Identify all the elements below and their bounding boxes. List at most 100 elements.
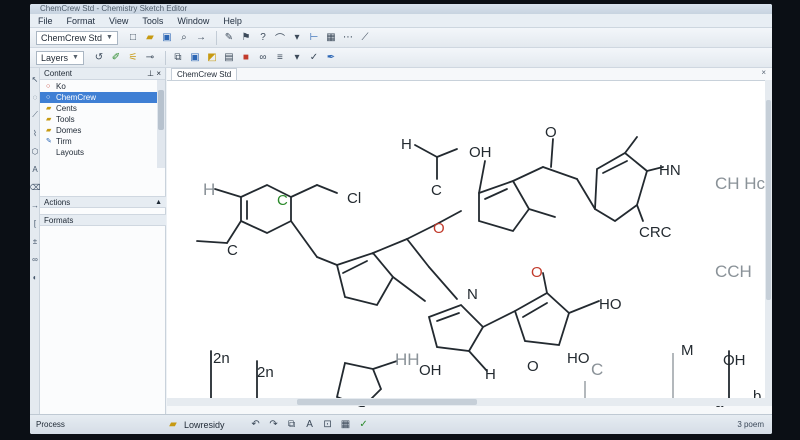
open-folder-icon[interactable]: ▰ <box>143 31 157 45</box>
tree-item[interactable]: ▰ Tools <box>40 114 165 125</box>
chevron-up-icon: ▲ <box>155 199 162 206</box>
style-combo[interactable]: ChemCrew Std ▼ <box>36 30 118 45</box>
lock-icon[interactable]: ⊡ <box>321 418 335 432</box>
atom-label: Cl <box>347 190 361 207</box>
bond <box>428 266 458 300</box>
text-icon[interactable]: A <box>303 418 317 432</box>
arrow-tool-icon[interactable]: → <box>30 198 40 212</box>
panel-header: Content ⊥ × <box>40 68 165 80</box>
panel-scrollbar[interactable] <box>157 80 165 168</box>
horizontal-scrollbar[interactable] <box>167 398 765 406</box>
question-icon[interactable]: ? <box>256 31 270 45</box>
actions-section-header[interactable]: Actions ▲ <box>40 196 166 208</box>
menu-file[interactable]: File <box>38 16 53 26</box>
undo-icon[interactable]: ↶ <box>249 418 263 432</box>
text-tool-icon[interactable]: A <box>30 162 40 176</box>
select-tool-icon[interactable]: ↖ <box>30 72 40 86</box>
chevron-down-icon[interactable]: ▾ <box>290 31 304 45</box>
ring-tool-icon[interactable]: ⬡ <box>30 144 40 158</box>
ruler-icon[interactable]: ⊢ <box>307 31 321 45</box>
content-panel: Content ⊥ × ○ Ko ○ ChemCrew ▰ Cents ▰ Tools … <box>40 68 166 414</box>
scroll-thumb[interactable] <box>766 100 771 300</box>
dots-icon[interactable]: ⋯ <box>341 31 355 45</box>
menu-format[interactable]: Format <box>67 16 96 26</box>
arrow-right-icon[interactable]: → <box>194 31 208 45</box>
copy-icon[interactable]: ⧉ <box>285 418 299 432</box>
bond-tool-icon[interactable]: ⟋ <box>30 108 40 122</box>
pipette-icon[interactable]: ✒ <box>324 51 338 65</box>
tree-item[interactable]: ○ Ko <box>40 81 165 92</box>
document-icon[interactable]: ▰ <box>166 418 180 432</box>
marker-icon[interactable]: ⚑ <box>239 31 253 45</box>
charge-tool-icon[interactable]: ± <box>30 234 40 248</box>
page-indicator: 3 poem <box>737 420 764 429</box>
atom-label: C <box>431 182 442 199</box>
atom-label-carbon: C <box>277 192 288 209</box>
layer-combo-value: Layers <box>41 52 69 63</box>
save-disk-icon[interactable]: ▣ <box>188 51 202 65</box>
chevron-down-icon[interactable]: ▾ <box>290 51 304 65</box>
bond-tool-icon[interactable]: ⟋ <box>358 31 372 45</box>
eyedropper-icon[interactable]: ⊸ <box>143 51 157 65</box>
orbital-tool-icon[interactable]: ∞ <box>30 252 40 266</box>
check-icon[interactable]: ✓ <box>357 418 371 432</box>
align-icon[interactable]: ≡ <box>273 51 287 65</box>
atom-label-oxygen: O <box>531 264 543 281</box>
status-bar: Process ▰ Lowresidy ↶ ↷ ⧉ A ⊡ ▦ ✓ 3 poem <box>30 414 772 434</box>
curve-icon[interactable]: ⌒ <box>273 31 287 45</box>
chain-tool-icon[interactable]: ⌇ <box>30 126 40 140</box>
tree-item[interactable]: Layouts <box>40 147 165 158</box>
tree-item[interactable]: ✎ Tirm <box>40 136 165 147</box>
tree-item[interactable]: ▰ Cents <box>40 103 165 114</box>
save-icon[interactable]: ▣ <box>160 31 174 45</box>
drawing-canvas[interactable]: H C OH O HN Cl C H O CRC O HO CH Hcn CCH… <box>167 80 765 407</box>
section-label: Formats <box>44 216 74 225</box>
search-icon[interactable]: ⌕ <box>177 31 191 45</box>
brush-icon[interactable]: ⚟ <box>126 51 140 65</box>
bond <box>482 310 516 328</box>
scroll-thumb[interactable] <box>297 399 477 405</box>
style-combo-value: ChemCrew Std <box>41 32 103 43</box>
stop-icon[interactable]: ■ <box>239 51 253 65</box>
close-icon[interactable]: ⊥ × <box>147 68 161 80</box>
close-icon[interactable]: × <box>761 68 766 77</box>
color-tool-icon[interactable]: ◐ <box>30 270 40 284</box>
tree-item[interactable]: ○ ChemCrew <box>40 92 165 103</box>
left-icon-strip: ↖ ◌ ⟋ ⌇ ⬡ A ⌫ → [ ± ∞ ◐ <box>30 68 41 414</box>
menu-tools[interactable]: Tools <box>142 16 163 26</box>
redo-icon[interactable]: ↷ <box>267 418 281 432</box>
layer-combo[interactable]: Layers ▼ <box>36 50 84 65</box>
bond <box>542 166 578 180</box>
drawing-toolbar: Layers ▼ ↺ ✐ ⚟ ⊸ ⧉ ▣ ◩ ▤ ■ ∞ ≡ ▾ ✓ ✒ <box>30 48 772 68</box>
highlight-icon[interactable]: ◩ <box>205 51 219 65</box>
scroll-thumb[interactable] <box>158 90 164 130</box>
check-icon[interactable]: ✓ <box>307 51 321 65</box>
pen-icon[interactable]: ✎ <box>222 31 236 45</box>
new-file-icon[interactable]: □ <box>126 31 140 45</box>
chevron-down-icon: ▼ <box>106 34 113 41</box>
tree-item[interactable]: ▰ Domes <box>40 125 165 136</box>
menu-help[interactable]: Help <box>223 16 242 26</box>
grid-icon[interactable]: ▦ <box>339 418 353 432</box>
table-icon[interactable]: ▤ <box>222 51 236 65</box>
bond <box>316 256 338 266</box>
rotate-icon[interactable]: ↺ <box>92 51 106 65</box>
pencil-icon[interactable]: ✐ <box>109 51 123 65</box>
link-icon[interactable]: ∞ <box>256 51 270 65</box>
copy-icon[interactable]: ⧉ <box>171 51 185 65</box>
bond <box>214 188 242 198</box>
atom-label: CRC <box>639 224 672 241</box>
formats-section-header[interactable]: Formats <box>40 214 166 226</box>
lasso-tool-icon[interactable]: ◌ <box>30 90 40 104</box>
bracket-tool-icon[interactable]: [ <box>30 216 40 230</box>
bond <box>342 260 368 274</box>
menu-window[interactable]: Window <box>177 16 209 26</box>
atom-label: H <box>401 136 412 153</box>
menu-view[interactable]: View <box>109 16 128 26</box>
eraser-tool-icon[interactable]: ⌫ <box>30 180 41 194</box>
tab-document[interactable]: ChemCrew Std <box>171 68 238 80</box>
atom-label-oxygen: O <box>433 220 445 237</box>
status-mode: Lowresidy <box>184 419 225 430</box>
grid-icon[interactable]: ▦ <box>324 31 338 45</box>
vertical-scrollbar[interactable] <box>765 80 772 406</box>
